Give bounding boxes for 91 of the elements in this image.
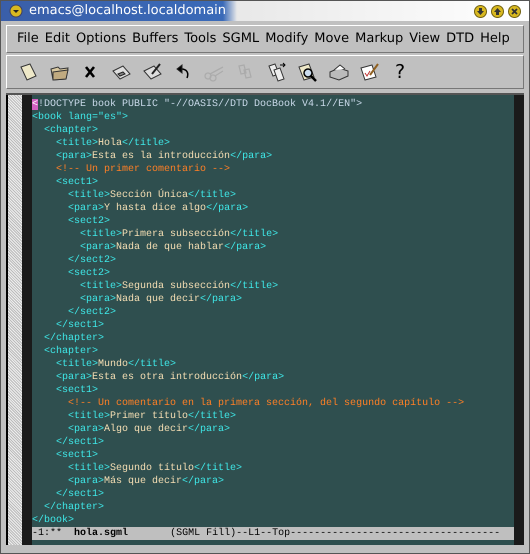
markup-tag: </title> bbox=[194, 463, 242, 474]
menu-item[interactable]: File bbox=[17, 29, 44, 49]
markup-tag: <sect2> bbox=[68, 216, 110, 227]
markup-tag: </para> bbox=[224, 242, 266, 253]
menu-item[interactable]: Edit bbox=[44, 29, 75, 49]
code-comment: <!-- Un primer comentario --> bbox=[56, 164, 230, 175]
menu-item[interactable]: Tools bbox=[184, 29, 222, 49]
arrow-up-icon bbox=[493, 6, 502, 16]
markup-tag: </title> bbox=[188, 190, 236, 201]
markup-tag: <chapter> bbox=[44, 125, 98, 136]
markup-tag: </para> bbox=[188, 424, 230, 435]
doctype-declaration: !DOCTYPE book PUBLIC "-//OASIS//DTD DocBook V4.1//EN"> bbox=[38, 99, 362, 110]
markup-tag: </sect1> bbox=[56, 489, 104, 500]
markup-tag: <sect2> bbox=[68, 268, 110, 279]
code-comment: <!-- Un comentario en la primera sección, del segundo capítulo --> bbox=[68, 398, 464, 409]
markup-tag: <chapter> bbox=[44, 346, 98, 357]
window-menu-icon[interactable] bbox=[9, 4, 23, 18]
markup-tag: <title> bbox=[56, 359, 98, 370]
markup-tag: </para> bbox=[206, 203, 248, 214]
element-text: Primer título bbox=[110, 411, 188, 422]
element-text: Hola bbox=[98, 138, 122, 149]
element-text: Más que decir bbox=[104, 476, 182, 487]
markup-tag: </chapter> bbox=[44, 502, 104, 513]
markup-tag: <para> bbox=[80, 242, 116, 253]
element-text: Segunda subsección bbox=[122, 281, 230, 292]
menu-item[interactable]: Markup bbox=[355, 29, 408, 49]
spell-check-button[interactable] bbox=[358, 61, 380, 83]
menu-item[interactable]: Options bbox=[76, 29, 132, 49]
close-icon bbox=[510, 6, 519, 16]
markup-tag: </title> bbox=[122, 138, 170, 149]
markup-tag: <title> bbox=[68, 411, 110, 422]
search-button[interactable] bbox=[296, 61, 318, 83]
markup-tag: </para> bbox=[200, 294, 242, 305]
element-text: Algo que decir bbox=[104, 424, 188, 435]
markup-tag: </chapter> bbox=[44, 333, 104, 344]
help-button[interactable]: ? bbox=[389, 61, 411, 83]
markup-tag: <title> bbox=[68, 463, 110, 474]
menu-item[interactable]: Help bbox=[480, 29, 515, 49]
markup-tag: </para> bbox=[230, 151, 272, 162]
markup-tag: <para> bbox=[68, 476, 104, 487]
element-text: Esta es otra introducción bbox=[92, 372, 242, 383]
menu-item[interactable]: Move bbox=[314, 29, 354, 49]
markup-tag: <title> bbox=[56, 138, 98, 149]
spell-check-icon bbox=[358, 61, 380, 83]
markup-tag: </para> bbox=[182, 476, 224, 487]
markup-tag: </title> bbox=[230, 229, 278, 240]
markup-tag: <sect1> bbox=[56, 385, 98, 396]
markup-tag: </book> bbox=[32, 515, 74, 526]
markup-tag: <para> bbox=[68, 203, 104, 214]
menu-item[interactable]: SGML bbox=[222, 29, 264, 49]
markup-tag: <title> bbox=[68, 190, 110, 201]
menu-item[interactable]: Buffers bbox=[132, 29, 184, 49]
markup-tag: <sect1> bbox=[56, 177, 98, 188]
markup-tag: <title> bbox=[80, 281, 122, 292]
markup-tag: </title> bbox=[188, 411, 236, 422]
search-icon bbox=[296, 61, 318, 83]
mode-line-status: -1:** bbox=[32, 527, 62, 540]
markup-tag: <sect1> bbox=[56, 450, 98, 461]
markup-tag: </title> bbox=[128, 359, 176, 370]
markup-tag: </sect2> bbox=[68, 307, 116, 318]
menu-item[interactable]: Modify bbox=[265, 29, 314, 49]
element-text: Nada que decir bbox=[116, 294, 200, 305]
markup-tag: <para> bbox=[56, 372, 92, 383]
element-text: Primera subsección bbox=[122, 229, 230, 240]
close-button[interactable] bbox=[508, 4, 521, 18]
markup-tag: </sect1> bbox=[56, 320, 104, 331]
element-text: Esta es la introducción bbox=[92, 151, 230, 162]
menu-item[interactable]: View bbox=[409, 29, 446, 49]
markup-tag: </sect1> bbox=[56, 437, 104, 448]
element-text: Nada de que hablar bbox=[116, 242, 224, 253]
markup-tag: <para> bbox=[68, 424, 104, 435]
menu-item[interactable]: DTD bbox=[446, 29, 480, 49]
mode-line-info: (SGML Fill)--L1--Top----------------------------------- bbox=[170, 527, 500, 540]
element-text: Sección Única bbox=[110, 190, 188, 201]
markup-tag: <book lang="es"> bbox=[32, 112, 128, 123]
scroll-bar[interactable] bbox=[8, 95, 22, 545]
markup-tag: <para> bbox=[56, 151, 92, 162]
element-text: Y hasta dice algo bbox=[104, 203, 206, 214]
markup-tag: </title> bbox=[230, 281, 278, 292]
minimize-button[interactable] bbox=[474, 4, 487, 18]
arrow-down-icon bbox=[476, 6, 485, 16]
markup-tag: <title> bbox=[80, 229, 122, 240]
text-cursor: < bbox=[32, 99, 38, 110]
buffer-name: hola.sgml bbox=[74, 527, 128, 540]
maximize-button[interactable] bbox=[491, 4, 504, 18]
element-text: Mundo bbox=[98, 359, 128, 370]
markup-tag: </para> bbox=[242, 372, 284, 383]
element-text: Segundo título bbox=[110, 463, 194, 474]
markup-tag: </sect2> bbox=[68, 255, 116, 266]
window-title: emacs@localhost.localdomain bbox=[29, 2, 226, 20]
markup-tag: <para> bbox=[80, 294, 116, 305]
